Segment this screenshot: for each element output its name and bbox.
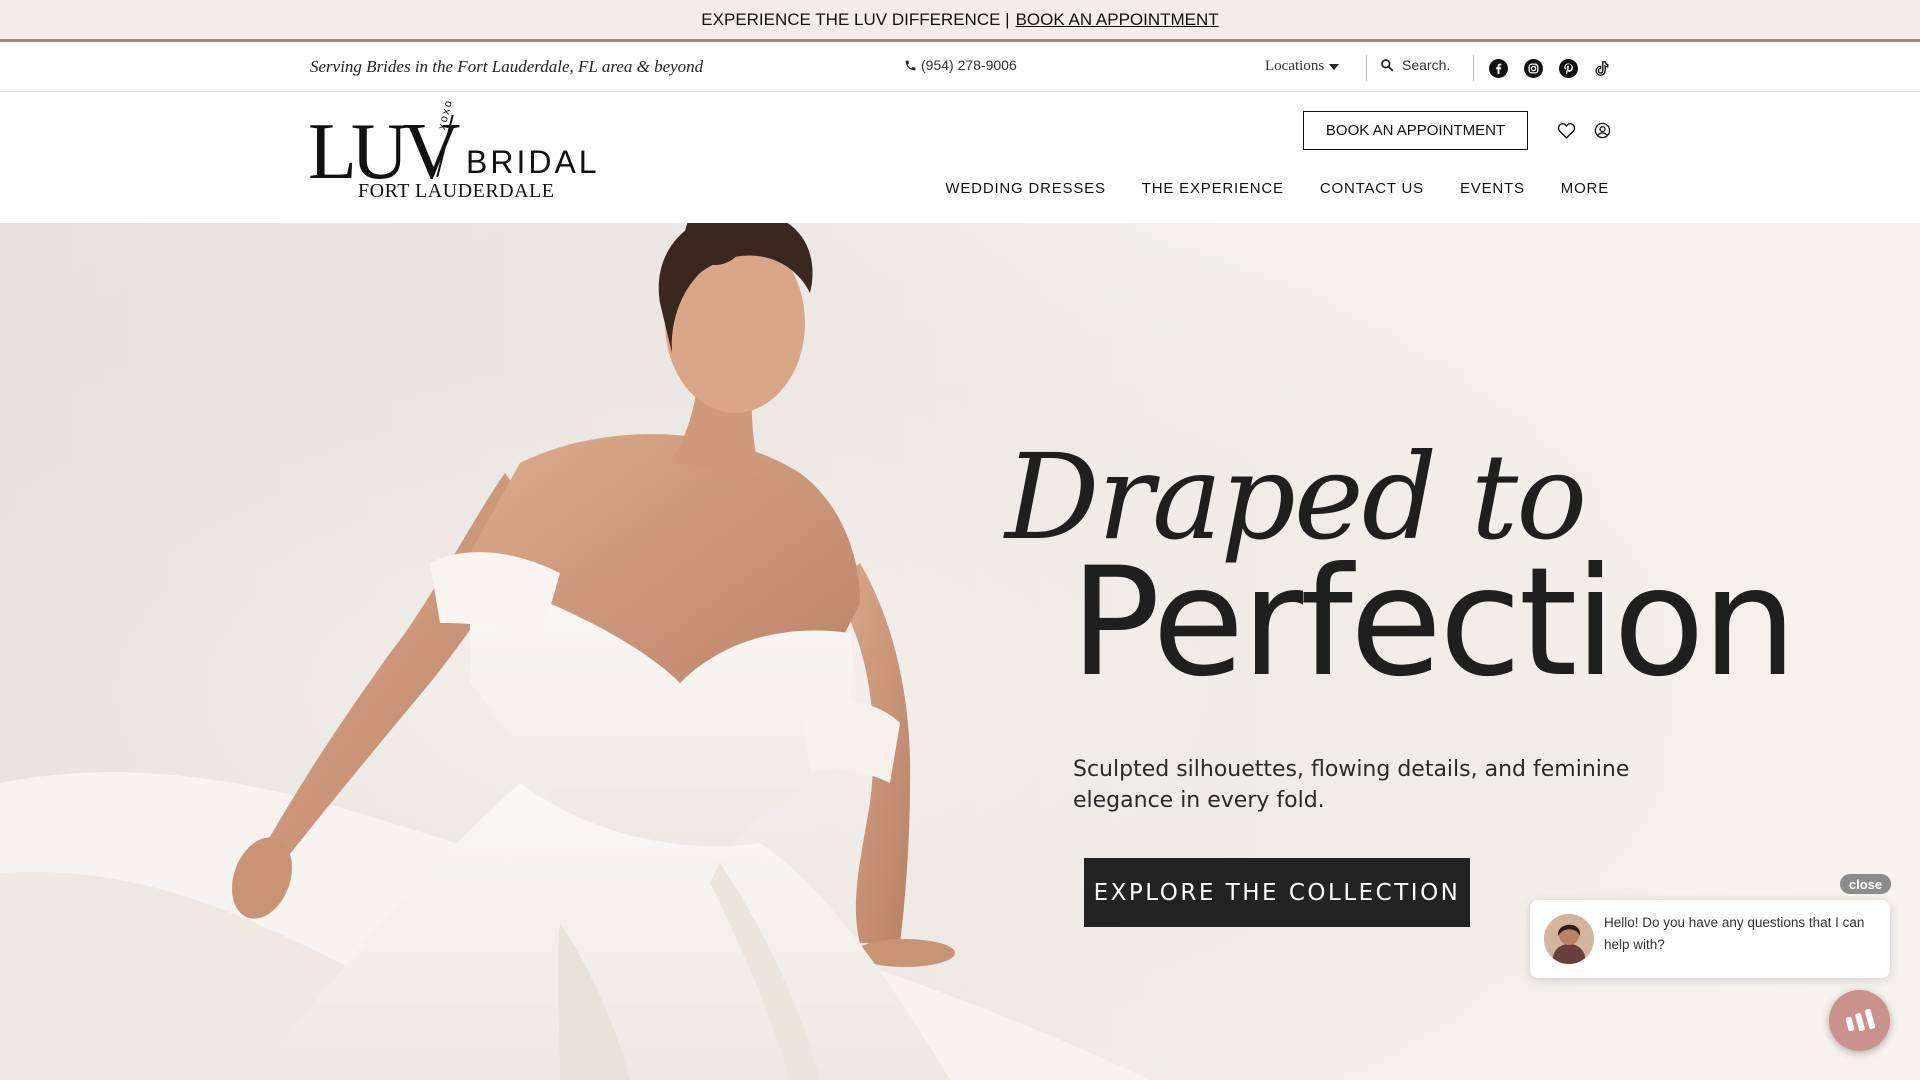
search-icon <box>1381 59 1394 72</box>
heart-icon[interactable] <box>1555 119 1577 141</box>
main-nav: WEDDING DRESSES THE EXPERIENCE CONTACT U… <box>945 180 1609 197</box>
serving-text: Serving Brides in the Fort Lauderdale, F… <box>310 57 704 76</box>
account-icon[interactable] <box>1591 119 1613 141</box>
instagram-icon[interactable] <box>1522 57 1544 79</box>
hero-tagline: Sculpted silhouettes, flowing details, a… <box>1073 757 1630 813</box>
nav-contact-us[interactable]: CONTACT US <box>1320 180 1424 197</box>
phone-number: (954) 278-9006 <box>921 57 1017 73</box>
agent-avatar <box>1544 914 1594 964</box>
announcement-bar: EXPERIENCE THE LUV DIFFERENCE | BOOK AN … <box>0 0 1920 42</box>
locations-label: Locations <box>1265 58 1325 74</box>
search-input[interactable] <box>1402 57 1458 73</box>
chat-close-button[interactable]: close <box>1840 874 1891 894</box>
nav-the-experience[interactable]: THE EXPERIENCE <box>1142 180 1284 197</box>
chat-message-bubble[interactable]: Hello! Do you have any questions that I … <box>1530 900 1890 978</box>
phone-icon <box>905 60 916 70</box>
chat-launcher-button[interactable] <box>1829 990 1890 1051</box>
facebook-icon[interactable] <box>1487 57 1509 79</box>
divider <box>1473 55 1474 81</box>
explore-collection-button[interactable]: EXPLORE THE COLLECTION <box>1084 858 1470 927</box>
site-header: LUV xoxo BRIDAL FORT LAUDERDALE BOOK AN … <box>0 92 1920 223</box>
divider <box>1366 55 1367 81</box>
logo[interactable]: LUV xoxo BRIDAL FORT LAUDERDALE <box>308 98 600 207</box>
phone-link[interactable]: (954) 278-9006 <box>904 57 1017 73</box>
nav-more[interactable]: MORE <box>1561 180 1609 197</box>
book-appointment-button[interactable]: BOOK AN APPOINTMENT <box>1303 111 1528 150</box>
chat-message: Hello! Do you have any questions that I … <box>1604 915 1865 952</box>
nav-events[interactable]: EVENTS <box>1460 180 1525 197</box>
search-box[interactable] <box>1380 57 1458 73</box>
hero-title-line2: Perfection <box>1070 536 1797 710</box>
announcement-text: EXPERIENCE THE LUV DIFFERENCE | <box>701 9 1010 29</box>
announcement-book-link[interactable]: BOOK AN APPOINTMENT <box>1016 10 1219 30</box>
utility-bar: Serving Brides in the Fort Lauderdale, F… <box>0 45 1920 92</box>
pinterest-icon[interactable] <box>1557 57 1579 79</box>
logo-location: FORT LAUDERDALE <box>358 180 555 202</box>
tiktok-icon[interactable] <box>1590 57 1612 79</box>
nav-wedding-dresses[interactable]: WEDDING DRESSES <box>945 180 1105 197</box>
logo-bridal: BRIDAL <box>466 144 600 180</box>
caret-down-icon <box>1329 63 1340 70</box>
locations-dropdown[interactable]: Locations <box>1265 58 1340 75</box>
chat-icon <box>1845 1008 1875 1031</box>
